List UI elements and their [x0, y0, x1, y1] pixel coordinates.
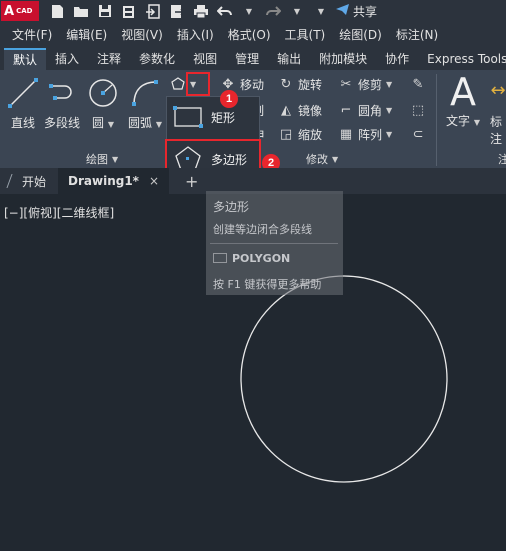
quick-access-toolbar: ▼ ▼ ▼ — [49, 3, 329, 19]
menu-bar: 文件(F) 编辑(E) 视图(V) 插入(I) 格式(O) 工具(T) 绘图(D… — [0, 22, 506, 46]
mirror-tool[interactable]: ◭ 镜像 — [278, 102, 322, 119]
eraser-icon: ✎ — [412, 76, 424, 92]
fillet-tool[interactable]: ⌐ 圆角 ▼ — [338, 102, 393, 119]
tab-express-tools[interactable]: Express Tools — [418, 48, 506, 70]
tooltip-help: 按 F1 键获得更多帮助 — [213, 278, 322, 291]
new-file-icon[interactable] — [49, 3, 65, 19]
tab-collaborate[interactable]: 协作 — [376, 48, 418, 70]
app-logo[interactable]: A CAD — [1, 1, 39, 21]
rotate-tool[interactable]: ↻ 旋转 — [278, 76, 322, 93]
print-icon[interactable] — [193, 3, 209, 19]
array-icon: ▦ — [339, 127, 353, 142]
fillet-icon: ⌐ — [340, 103, 352, 118]
tab-parametric[interactable]: 参数化 — [130, 48, 184, 70]
scale-icon: ◲ — [279, 127, 293, 142]
share-icon — [335, 3, 350, 20]
menu-insert[interactable]: 插入(I) — [170, 26, 221, 43]
dimension-tool[interactable]: ↔ 标注 — [490, 80, 506, 147]
rectangle-icon — [173, 106, 203, 128]
save-as-icon[interactable] — [121, 3, 137, 19]
dimension-icon: ↔ — [490, 80, 506, 101]
tab-output[interactable]: 输出 — [268, 48, 310, 70]
chevron-down-icon[interactable]: ▼ — [386, 106, 392, 115]
tab-start[interactable]: 开始 — [0, 168, 58, 194]
save-icon[interactable] — [97, 3, 113, 19]
tooltip-description: 创建等边闭合多段线 — [213, 223, 312, 236]
tab-manage[interactable]: 管理 — [226, 48, 268, 70]
tooltip-divider — [210, 243, 338, 244]
menu-draw[interactable]: 绘图(D) — [332, 26, 389, 43]
chevron-down-icon[interactable]: ▼ — [474, 118, 480, 127]
chevron-down-icon[interactable]: ▼ — [108, 120, 114, 129]
tooltip-command: POLYGON — [232, 252, 291, 265]
array-tool[interactable]: ▦ 阵列 ▼ — [338, 126, 392, 143]
tab-annotate[interactable]: 注释 — [88, 48, 130, 70]
chevron-down-icon: ▼ — [112, 154, 119, 164]
polygon-small-icon — [171, 77, 185, 90]
tab-addins[interactable]: 附加模块 — [310, 48, 376, 70]
export-icon[interactable] — [169, 3, 185, 19]
text-icon: A — [450, 70, 476, 114]
undo-icon[interactable] — [217, 3, 233, 19]
close-icon[interactable]: × — [149, 174, 159, 188]
arc-tool[interactable]: 圆弧 ▼ — [128, 76, 162, 131]
menu-dimension[interactable]: 标注(N) — [389, 26, 445, 43]
tab-default[interactable]: 默认 — [4, 48, 47, 70]
dropdown-icon[interactable]: ▼ — [241, 3, 257, 19]
trim-tool[interactable]: ✂ 修剪 ▼ — [338, 76, 393, 93]
menu-view[interactable]: 视图(V) — [114, 26, 170, 43]
tab-insert[interactable]: 插入 — [46, 48, 88, 70]
polyline-tool[interactable]: 多段线 — [44, 76, 80, 131]
chevron-down-icon[interactable]: ▼ — [386, 130, 392, 139]
offset-tool[interactable]: ⊂ — [410, 126, 426, 142]
explode-tool[interactable]: ⬚ — [410, 102, 426, 118]
tooltip-title: 多边形 — [213, 200, 250, 214]
arc-icon — [132, 80, 158, 106]
circle-icon — [89, 79, 117, 107]
trim-icon: ✂ — [340, 77, 352, 92]
menu-format[interactable]: 格式(O) — [221, 26, 278, 43]
scale-tool[interactable]: ◲ 缩放 — [278, 126, 322, 143]
tab-drawing1[interactable]: Drawing1* × — [58, 168, 170, 194]
circle-tool[interactable]: 圆 ▼ — [86, 76, 120, 131]
erase-tool[interactable]: ✎ — [410, 76, 426, 92]
draw-panel-footer[interactable]: 绘图 ▼ — [86, 150, 118, 168]
chevron-down-icon[interactable]: ▼ — [156, 120, 162, 129]
polyline-icon — [49, 84, 72, 100]
menu-tools[interactable]: 工具(T) — [278, 26, 333, 43]
title-bar: A CAD ▼ ▼ ▼ 共享 — [0, 0, 506, 22]
import-icon[interactable] — [145, 3, 161, 19]
line-tool[interactable]: 直线 — [6, 76, 40, 131]
step-badge-1: 1 — [220, 90, 238, 108]
new-tab-button[interactable]: + — [169, 168, 198, 194]
menu-file[interactable]: 文件(F) — [0, 26, 59, 43]
redo-icon[interactable] — [265, 3, 281, 19]
explode-icon: ⬚ — [411, 102, 425, 118]
mirror-icon: ◭ — [281, 103, 291, 118]
chevron-down-icon: ▼ — [332, 154, 339, 164]
line-icon — [8, 78, 38, 108]
panel-divider — [436, 74, 437, 166]
modify-panel-footer[interactable]: 修改 ▼ — [306, 150, 338, 168]
share-button[interactable]: 共享 — [335, 3, 377, 20]
command-icon — [213, 253, 227, 263]
ribbon-tabs: 默认 插入 注释 参数化 视图 管理 输出 附加模块 协作 Express To… — [0, 46, 506, 70]
offset-icon: ⊂ — [412, 126, 424, 142]
tab-view[interactable]: 视图 — [184, 48, 226, 70]
viewport-controls[interactable]: [−][俯视][二维线框] — [4, 204, 114, 221]
drawn-circle[interactable] — [240, 275, 448, 483]
open-folder-icon[interactable] — [73, 3, 89, 19]
rotate-icon: ↻ — [280, 77, 292, 92]
dropdown-icon[interactable]: ▼ — [289, 3, 305, 19]
chevron-down-icon[interactable]: ▼ — [386, 80, 392, 89]
annotation-panel-footer[interactable]: 注 — [498, 150, 506, 168]
menu-edit[interactable]: 编辑(E) — [59, 26, 114, 43]
text-tool[interactable]: A 文字 ▼ — [446, 72, 480, 129]
dropdown-icon[interactable]: ▼ — [313, 3, 329, 19]
rectangle-option[interactable]: 矩形 — [173, 105, 235, 129]
plus-icon: + — [185, 171, 199, 191]
dropdown-arrow-highlight — [186, 72, 210, 96]
